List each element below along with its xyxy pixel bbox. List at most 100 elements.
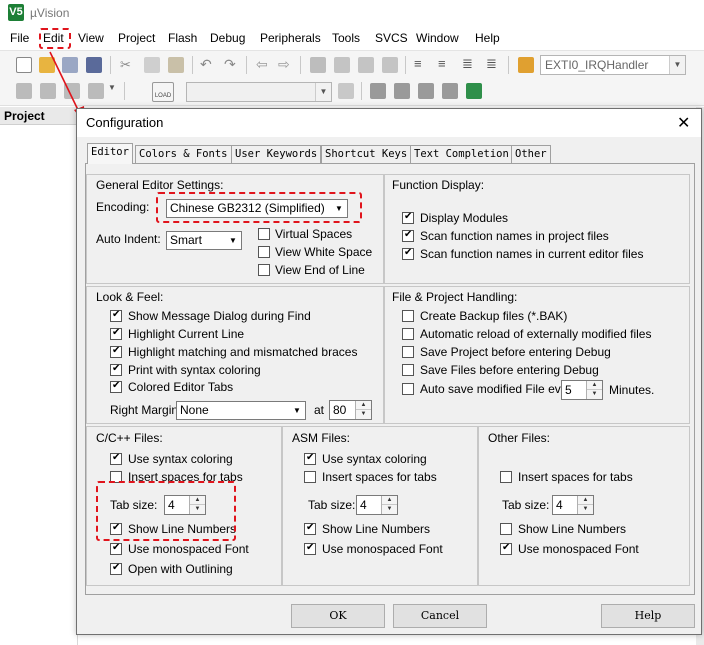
indent-icon[interactable]: ≡ [414,56,430,72]
scan-editor-checkbox[interactable] [402,247,414,260]
print-syntax-checkbox[interactable] [110,363,122,376]
menu-flash[interactable]: Flash [168,31,197,45]
asm-monospaced-checkbox[interactable] [304,542,316,555]
next-bookmark-icon[interactable] [358,57,374,73]
chevron-down-icon[interactable]: ▼ [669,56,685,74]
other-monospaced-checkbox[interactable] [500,542,512,555]
virtual-spaces-checkbox[interactable] [258,228,270,240]
redo-icon[interactable]: ↷ [224,56,240,72]
auto-save-stepper[interactable]: 5 ▲ ▼ [561,380,603,400]
nav-back-icon[interactable]: ⇦ [256,56,272,72]
tab-shortcut-keys[interactable]: Shortcut Keys [321,145,412,163]
load-icon[interactable]: LOAD [152,82,174,102]
other-tab-size-stepper[interactable]: 4 ▲ ▼ [552,495,594,515]
other-line-numbers-checkbox[interactable] [500,523,512,535]
view-white-space-checkbox[interactable] [258,246,270,258]
auto-indent-value: Smart [170,233,203,247]
menu-help[interactable]: Help [475,31,500,45]
copy-icon[interactable] [144,57,160,73]
tab-user-keywords[interactable]: User Keywords [231,145,322,163]
paste-icon[interactable] [168,57,184,73]
cpp-syntax-checkbox[interactable] [110,452,122,465]
pack-installer-icon[interactable] [466,83,482,99]
asm-line-numbers-checkbox[interactable] [304,522,316,535]
asm-line-numbers-label: Show Line Numbers [322,522,431,536]
display-modules-checkbox[interactable] [402,211,414,224]
unindent-icon[interactable]: ≡ [438,56,454,72]
comment-icon[interactable]: ≣ [462,56,478,72]
tab-text-completion[interactable]: Text Completion [410,145,513,163]
menu-window[interactable]: Window [416,31,459,45]
new-file-icon[interactable] [16,57,32,73]
highlight-braces-checkbox[interactable] [110,345,122,358]
tab-colors-fonts[interactable]: Colors & Fonts [135,145,232,163]
right-margin-select[interactable]: None ▼ [176,401,306,420]
chevron-down-icon[interactable]: ▼ [315,83,331,101]
translate-icon[interactable] [16,83,32,99]
chevron-up-icon[interactable]: ▲ [587,381,602,390]
chevron-down-icon[interactable]: ▼ [578,505,593,514]
show-message-checkbox[interactable] [110,309,122,322]
chevron-down-icon[interactable]: ▼ [290,403,304,418]
find-combo[interactable]: EXTI0_IRQHandler ▼ [540,55,686,75]
right-margin-stepper[interactable]: 80 ▲ ▼ [329,400,372,420]
menu-peripherals[interactable]: Peripherals [260,31,321,45]
file-extensions-icon[interactable] [394,83,410,99]
view-white-space-label: View White Space [275,245,373,259]
menu-svcs[interactable]: SVCS [375,31,408,45]
menu-tools[interactable]: Tools [332,31,360,45]
chevron-up-icon[interactable]: ▲ [578,496,593,505]
chevron-down-icon[interactable]: ▼ [226,233,240,248]
auto-save-checkbox[interactable] [402,383,414,395]
view-end-of-line-checkbox[interactable] [258,264,270,276]
menu-file[interactable]: File [10,31,29,45]
manage-project-icon[interactable] [370,83,386,99]
find-in-files-icon[interactable] [518,57,534,73]
tab-editor[interactable]: Editor [87,143,133,164]
manage-runtime-icon[interactable] [418,83,434,99]
other-insert-spaces-checkbox[interactable] [500,471,512,483]
auto-indent-select[interactable]: Smart ▼ [166,231,242,250]
nav-forward-icon[interactable]: ⇨ [278,56,294,72]
uncomment-icon[interactable]: ≣ [486,56,502,72]
ok-button[interactable]: OK [291,604,385,628]
cpp-outlining-checkbox[interactable] [110,562,122,575]
chevron-down-icon[interactable]: ▼ [356,410,371,419]
save-files-checkbox[interactable] [402,364,414,376]
chevron-up-icon[interactable]: ▲ [382,496,397,505]
chevron-down-icon[interactable]: ▼ [382,505,397,514]
close-icon[interactable]: ✕ [677,113,690,133]
tab-other[interactable]: Other [511,145,551,163]
asm-tab-size-stepper[interactable]: 4 ▲ ▼ [356,495,398,515]
target-select[interactable]: ▼ [186,82,332,102]
save-project-checkbox[interactable] [402,346,414,358]
backup-checkbox[interactable] [402,310,414,322]
menu-view[interactable]: View [78,31,104,45]
cancel-button[interactable]: Cancel [393,604,487,628]
undo-icon[interactable]: ↶ [200,56,216,72]
help-button[interactable]: Help [601,604,695,628]
menu-debug[interactable]: Debug [210,31,245,45]
colored-tabs-checkbox[interactable] [110,380,122,393]
chevron-down-icon[interactable]: ▼ [587,390,602,399]
bookmark-icon[interactable] [310,57,326,73]
cut-icon[interactable]: ✂ [120,57,136,73]
scan-project-checkbox[interactable] [402,229,414,242]
chevron-up-icon[interactable]: ▲ [356,401,371,410]
auto-reload-checkbox[interactable] [402,328,414,340]
asm-syntax-checkbox[interactable] [304,452,316,465]
chevron-down-icon[interactable]: ▼ [108,83,124,99]
menu-project[interactable]: Project [118,31,155,45]
highlight-line-checkbox[interactable] [110,327,122,340]
asm-insert-spaces-checkbox[interactable] [304,471,316,483]
target-options-icon[interactable] [338,83,354,99]
asm-syntax-label: Use syntax coloring [322,452,427,466]
select-packs-icon[interactable] [442,83,458,99]
encoding-highlight [156,192,362,223]
prev-bookmark-icon[interactable] [334,57,350,73]
batch-build-icon[interactable] [88,83,104,99]
cpp-monospaced-checkbox[interactable] [110,542,122,555]
clear-bookmarks-icon[interactable] [382,57,398,73]
stepper-buttons: ▲ ▼ [355,401,371,419]
stepper-buttons: ▲ ▼ [577,496,593,514]
